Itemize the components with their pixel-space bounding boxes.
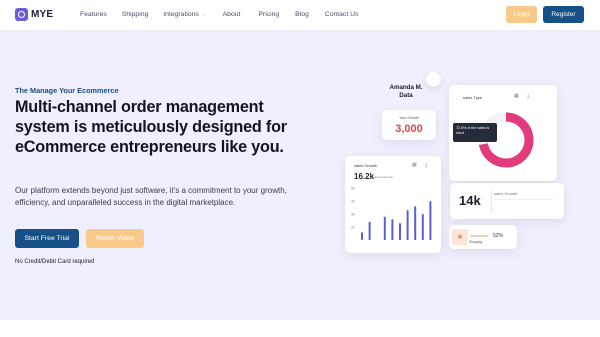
login-button[interactable]: Login: [506, 6, 537, 23]
y-tick-label: 4k: [351, 200, 355, 204]
bar: [429, 201, 432, 240]
stat-line: [494, 199, 554, 200]
logo-icon: [15, 8, 28, 21]
nav-link-about[interactable]: About: [223, 11, 241, 18]
sales-growth-card: sales Growth ▦ ⤓ 16.2k New customer 5k 4k…: [345, 156, 441, 253]
stat-value: 14k: [459, 193, 481, 208]
nav-link-blog[interactable]: Blog: [295, 11, 309, 18]
decorative-circle: [426, 72, 441, 87]
nav-link-integrations-label: Integrations: [163, 11, 199, 18]
growth-label: Your Growth: [399, 116, 419, 120]
bar: [399, 223, 401, 240]
watch-video-button[interactable]: Watch Video: [86, 229, 144, 248]
nav-link-integrations[interactable]: Integrations ⌵: [163, 11, 205, 18]
chevron-down-icon: ⌵: [201, 11, 206, 18]
bar: [368, 221, 371, 240]
nav-links: Features Shipping Integrations ⌵ About P…: [80, 11, 358, 18]
shipping-percent: 52%: [493, 233, 504, 239]
y-tick-label: 3k: [351, 213, 355, 217]
nav-link-features[interactable]: Features: [80, 11, 107, 18]
calendar-icon: ▦: [412, 162, 417, 168]
y-tick-label: 2k: [351, 226, 355, 230]
register-button[interactable]: Register: [543, 6, 584, 23]
download-icon: ⤓: [425, 162, 428, 168]
no-card-note: No Credit/Debit Card required: [15, 259, 95, 265]
bar: [421, 214, 424, 240]
bar: [414, 206, 417, 240]
top-navbar: MYE Features Shipping Integrations ⌵ Abo…: [0, 0, 600, 31]
hero-eyebrow: The Manage Your Ecommerce: [15, 86, 119, 95]
growth-card: Your Growth 3,000: [382, 110, 436, 140]
logo-text: MYE: [31, 9, 54, 20]
nav-link-shipping[interactable]: Shipping: [122, 11, 148, 18]
bar: [383, 216, 386, 240]
user-name: Amanda M. Data: [389, 84, 423, 99]
download-icon: ⤓: [527, 93, 530, 99]
sales-growth-bar-chart: 5k 4k 3k 2k: [351, 187, 432, 240]
shipping-icon: ▣: [452, 229, 468, 245]
brand-logo[interactable]: MYE: [15, 8, 53, 21]
bar: [406, 210, 409, 240]
start-free-trial-button[interactable]: Start Free Trial: [15, 229, 79, 248]
calendar-icon: ▦: [514, 93, 519, 99]
bar: [361, 232, 363, 240]
shipping-card: ▣ Shipping 52%: [449, 225, 517, 249]
growth-value: 3,000: [395, 123, 423, 135]
stat-label: sales Growth: [494, 191, 518, 196]
sales-tooltip: 72.5% of the sales is short: [453, 123, 497, 142]
shipping-label: Shipping: [469, 240, 483, 244]
stat-card: 14k sales Growth: [450, 183, 564, 219]
sales-growth-sub: New customer: [374, 175, 394, 179]
y-tick-label: 5k: [351, 187, 355, 191]
footer-strip: [0, 320, 600, 337]
sales-growth-title: sales Growth: [354, 163, 378, 168]
nav-link-pricing[interactable]: Pricing: [258, 11, 279, 18]
hero-headline: Multi-channel order management system is…: [15, 98, 287, 156]
bar: [391, 219, 394, 240]
shipping-progress: [470, 235, 488, 237]
stat-divider: [491, 189, 492, 213]
sales-type-title: sales Type: [463, 95, 483, 100]
sales-growth-value: 16.2k: [354, 172, 375, 181]
nav-link-contact[interactable]: Contact Us: [325, 11, 359, 18]
hero-description: Our platform extends beyond just softwar…: [15, 186, 287, 207]
